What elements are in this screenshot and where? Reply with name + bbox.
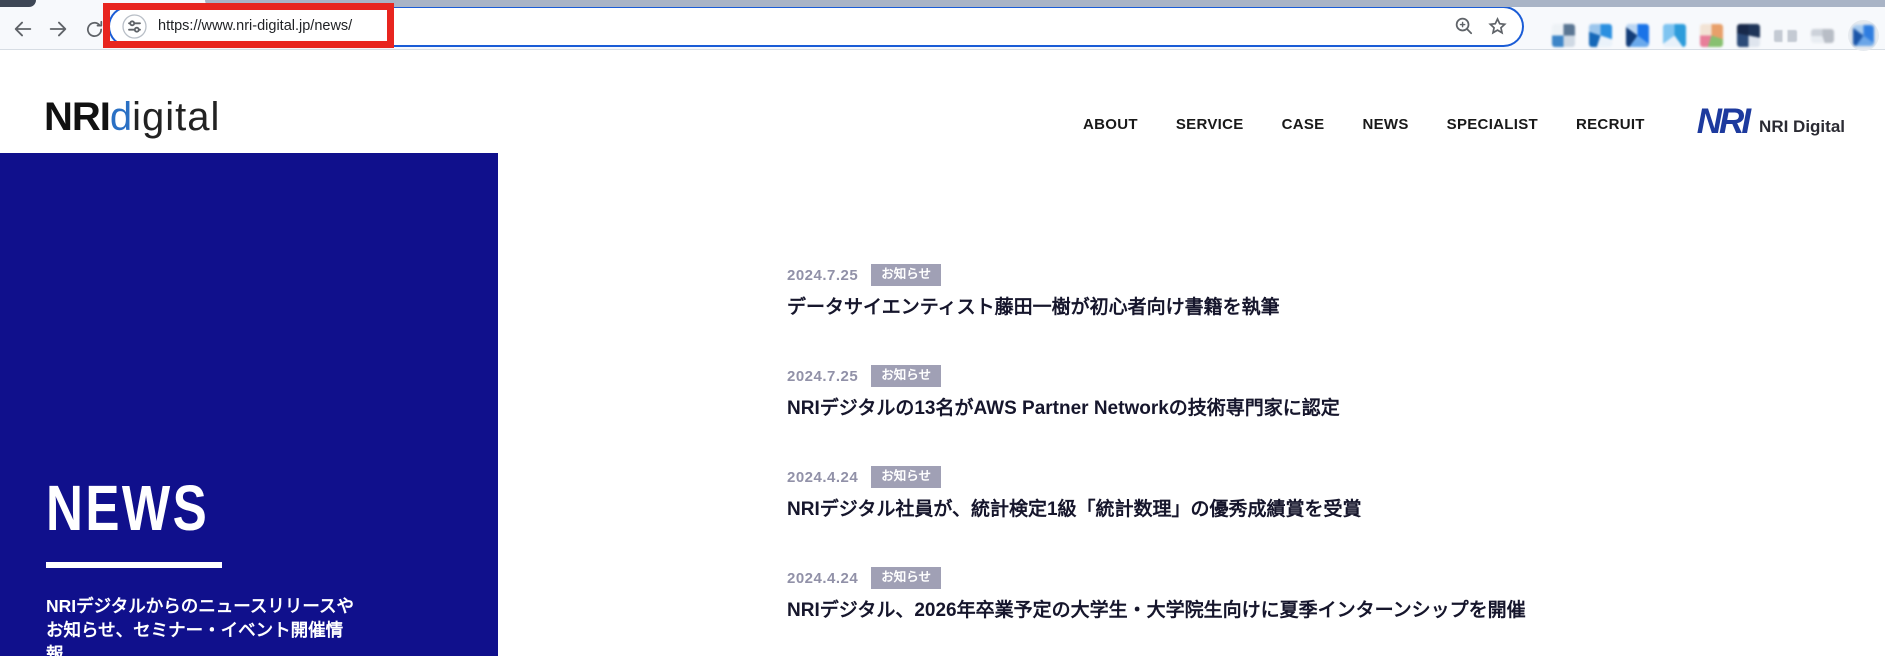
nav-item-specialist[interactable]: SPECIALIST (1447, 116, 1538, 133)
logo-text-rest: igital (132, 95, 221, 139)
main-nav: ABOUT SERVICE CASE NEWS SPECIALIST RECRU… (1083, 116, 1645, 137)
panel-description-line: 報 (46, 644, 64, 656)
panel-description-line: お知らせ、セミナー・イベント開催情 (46, 620, 344, 640)
news-hero-panel: NEWS NRIデジタルからのニュースリリースや お知らせ、セミナー・イベント開… (0, 153, 498, 656)
nav-item-recruit[interactable]: RECRUIT (1576, 116, 1645, 133)
news-list-item[interactable]: 2024.4.24 お知らせ NRIデジタル、2026年卒業予定の大学生・大学院… (787, 567, 1607, 624)
news-title-link[interactable]: データサイエンティスト藤田一樹が初心者向け書籍を執筆 (787, 295, 1607, 321)
extension-icon[interactable] (1811, 28, 1834, 43)
news-date: 2024.4.24 (787, 468, 859, 486)
nav-item-service[interactable]: SERVICE (1176, 116, 1244, 133)
window-corner (0, 0, 36, 7)
site-settings-icon[interactable] (121, 13, 148, 40)
address-bar[interactable]: https://www.nri-digital.jp/news/ (110, 8, 1522, 45)
extension-icon[interactable] (1774, 29, 1797, 42)
back-button[interactable] (10, 16, 36, 42)
avatar-image (1853, 25, 1874, 46)
extension-icon[interactable] (1589, 24, 1612, 47)
news-date: 2024.4.24 (787, 569, 859, 587)
nri-mark-icon: NRI (1696, 102, 1751, 142)
news-category-badge: お知らせ (871, 567, 941, 589)
extension-icon[interactable] (1552, 24, 1575, 47)
news-list-item[interactable]: 2024.7.25 お知らせ NRIデジタルの13名がAWS Partner N… (787, 365, 1607, 422)
logo-text-d: d (109, 95, 133, 139)
news-date: 2024.7.25 (787, 266, 859, 284)
profile-avatar[interactable] (1848, 20, 1879, 51)
news-title-link[interactable]: NRIデジタル社員が、統計検定1級「統計数理」の優秀成績賞を受賞 (787, 497, 1607, 523)
nav-item-case[interactable]: CASE (1282, 116, 1325, 133)
page-title: NEWS (46, 472, 210, 544)
browser-tab-strip (0, 0, 1885, 7)
nav-item-about[interactable]: ABOUT (1083, 116, 1138, 133)
nri-group-brand[interactable]: NRI NRI Digital (1696, 102, 1845, 142)
panel-description: NRIデジタルからのニュースリリースや お知らせ、セミナー・イベント開催情 報 (46, 594, 354, 656)
news-title-link[interactable]: NRIデジタル、2026年卒業予定の大学生・大学院生向けに夏季インターンシップを… (787, 598, 1607, 624)
reload-button[interactable] (81, 16, 107, 42)
tab-strip-band (205, 0, 1885, 7)
logo-text-bold: NRI (44, 95, 111, 139)
bookmark-star-icon[interactable] (1486, 15, 1509, 38)
back-arrow-icon (14, 21, 32, 37)
extension-icon[interactable] (1737, 24, 1760, 47)
extension-icon[interactable] (1663, 24, 1686, 47)
nridigital-logo[interactable]: NRIdigital (44, 97, 220, 137)
news-category-badge: お知らせ (871, 264, 941, 286)
news-list-item[interactable]: 2024.4.24 お知らせ NRIデジタル社員が、統計検定1級「統計数理」の優… (787, 466, 1607, 523)
news-list-item[interactable]: 2024.7.25 お知らせ データサイエンティスト藤田一樹が初心者向け書籍を執… (787, 264, 1607, 321)
zoom-level-icon[interactable] (1453, 15, 1476, 38)
nri-brand-label: NRI Digital (1759, 117, 1845, 136)
forward-arrow-icon (49, 21, 67, 37)
news-title-link[interactable]: NRIデジタルの13名がAWS Partner Networkの技術専門家に認定 (787, 396, 1607, 422)
news-date: 2024.7.25 (787, 367, 859, 385)
extension-icon[interactable] (1700, 24, 1723, 47)
panel-description-line: NRIデジタルからのニュースリリースや (46, 596, 355, 616)
browser-toolbar: https://www.nri-digital.jp/news/ (0, 7, 1885, 51)
extensions-row (1552, 14, 1879, 57)
site-header: NRIdigital ABOUT SERVICE CASE NEWS SPECI… (0, 50, 1885, 153)
url-input[interactable]: https://www.nri-digital.jp/news/ (158, 8, 352, 45)
news-list: 2024.7.25 お知らせ データサイエンティスト藤田一樹が初心者向け書籍を執… (787, 264, 1607, 656)
forward-button[interactable] (45, 16, 71, 42)
nav-item-news[interactable]: NEWS (1362, 116, 1408, 133)
reload-icon (86, 20, 102, 37)
news-category-badge: お知らせ (871, 365, 941, 387)
extension-icon[interactable] (1626, 24, 1649, 47)
news-category-badge: お知らせ (871, 466, 941, 488)
title-underline (46, 562, 222, 568)
